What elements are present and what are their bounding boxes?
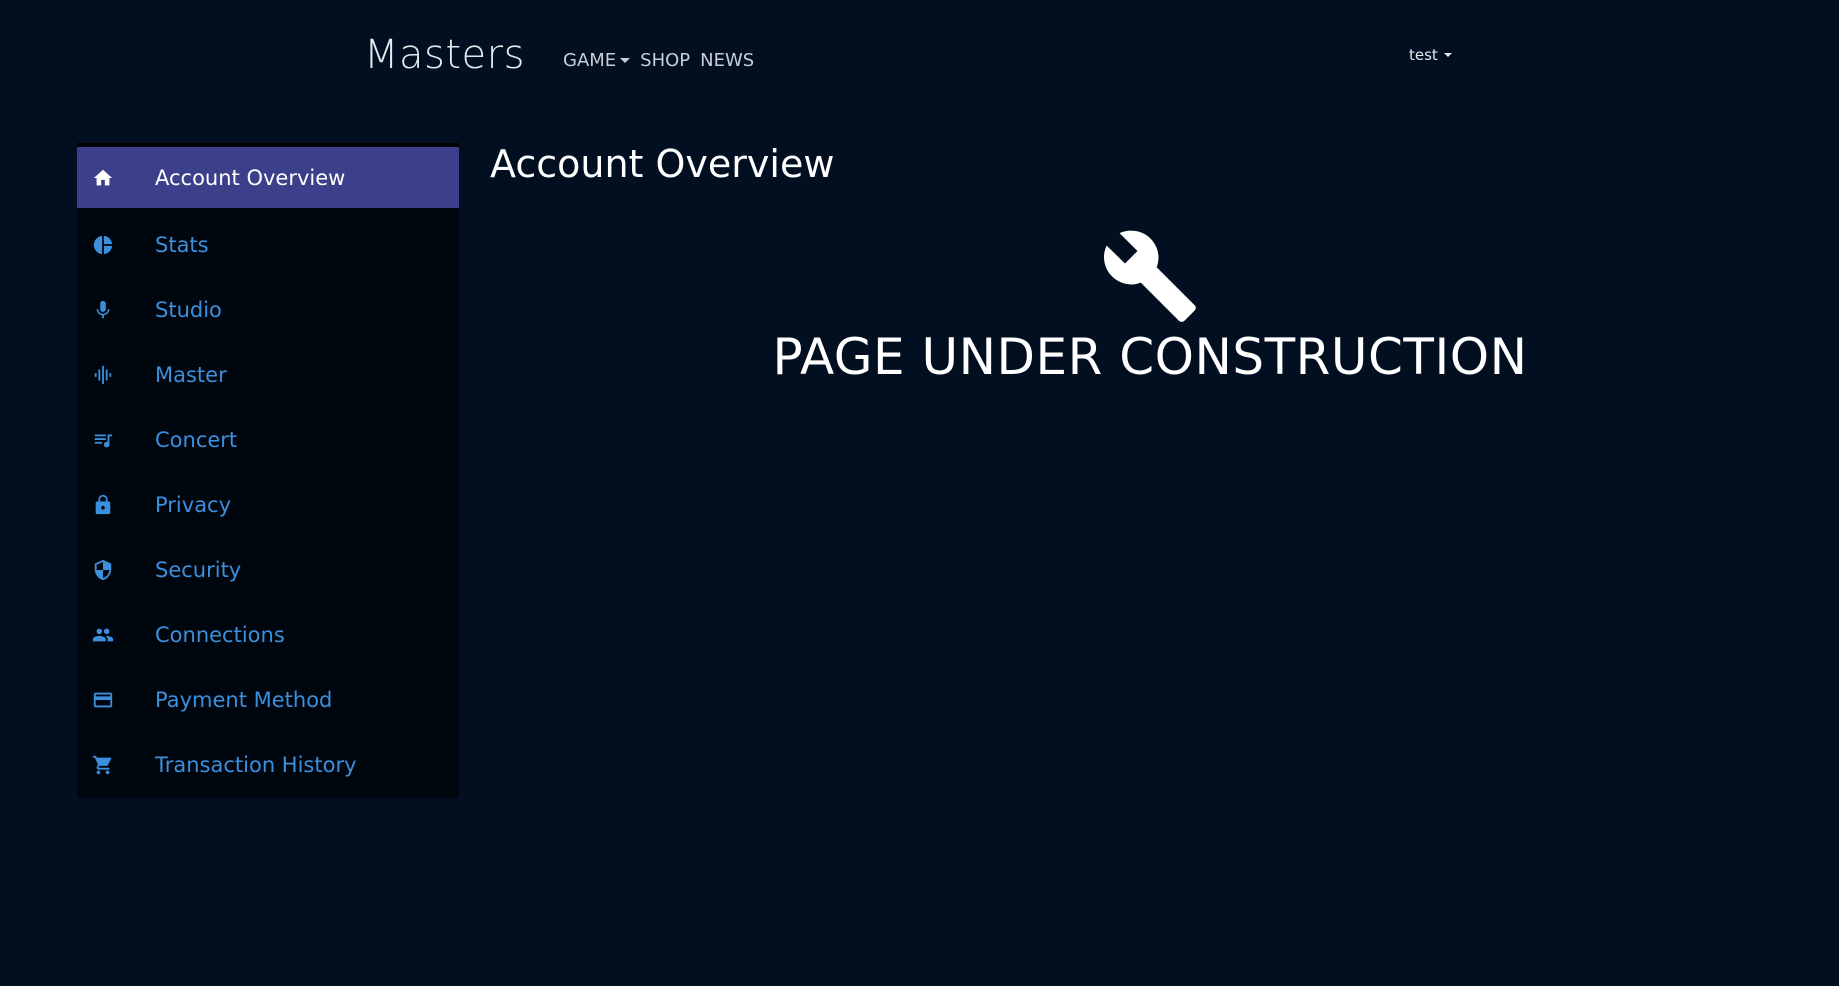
queue-music-icon <box>91 428 115 452</box>
caret-down-icon <box>1443 53 1452 57</box>
sidebar-item-account-overview[interactable]: Account Overview <box>77 147 459 208</box>
sidebar-item-stats[interactable]: Stats <box>77 212 459 277</box>
user-menu-dropdown[interactable]: test <box>1409 46 1452 64</box>
sidebar-item-label: Studio <box>155 297 222 322</box>
under-construction-text: PAGE UNDER CONSTRUCTION <box>772 328 1528 386</box>
sidebar-item-master[interactable]: Master <box>77 342 459 407</box>
sidebar-item-transaction-history[interactable]: Transaction History <box>77 732 459 797</box>
sidebar-item-label: Stats <box>155 232 209 257</box>
sidebar-item-label: Transaction History <box>155 752 357 777</box>
sidebar-item-connections[interactable]: Connections <box>77 602 459 667</box>
sidebar-item-privacy[interactable]: Privacy <box>77 472 459 537</box>
page-title: Account Overview <box>490 142 835 186</box>
people-icon <box>91 623 115 647</box>
under-construction-panel: PAGE UNDER CONSTRUCTION <box>640 226 1660 386</box>
sidebar-item-label: Concert <box>155 427 238 452</box>
sidebar-item-concert[interactable]: Concert <box>77 407 459 472</box>
home-icon <box>91 166 115 190</box>
nav-game-label: GAME <box>563 50 617 71</box>
credit-card-icon <box>91 688 115 712</box>
brand-logo[interactable]: Masters <box>364 32 525 78</box>
sidebar-item-label: Master <box>155 362 227 387</box>
sidebar-item-label: Privacy <box>155 492 232 517</box>
wrench-icon <box>1103 230 1196 322</box>
nav-news[interactable]: NEWS <box>700 50 754 71</box>
pie-chart-icon <box>91 233 115 257</box>
sidebar-item-label: Account Overview <box>155 165 346 190</box>
nav-shop[interactable]: SHOP <box>640 50 690 71</box>
sidebar: Account Overview Stats Studio Master Con… <box>77 143 459 798</box>
page: Masters GAME SHOP NEWS test Account Over… <box>0 0 1839 986</box>
sidebar-item-payment-method[interactable]: Payment Method <box>77 667 459 732</box>
sidebar-item-label: Connections <box>155 622 285 647</box>
sidebar-item-security[interactable]: Security <box>77 537 459 602</box>
microphone-icon <box>91 298 115 322</box>
lock-icon <box>91 493 115 517</box>
waveform-icon <box>91 363 115 387</box>
shopping-cart-icon <box>91 753 115 777</box>
user-name: test <box>1409 46 1438 64</box>
nav-game-dropdown[interactable]: GAME <box>563 50 631 71</box>
top-nav: GAME SHOP NEWS <box>563 50 754 71</box>
sidebar-item-studio[interactable]: Studio <box>77 277 459 342</box>
caret-down-icon <box>620 58 631 63</box>
sidebar-item-label: Security <box>155 557 242 582</box>
sidebar-item-label: Payment Method <box>155 687 333 712</box>
shield-icon <box>91 558 115 582</box>
